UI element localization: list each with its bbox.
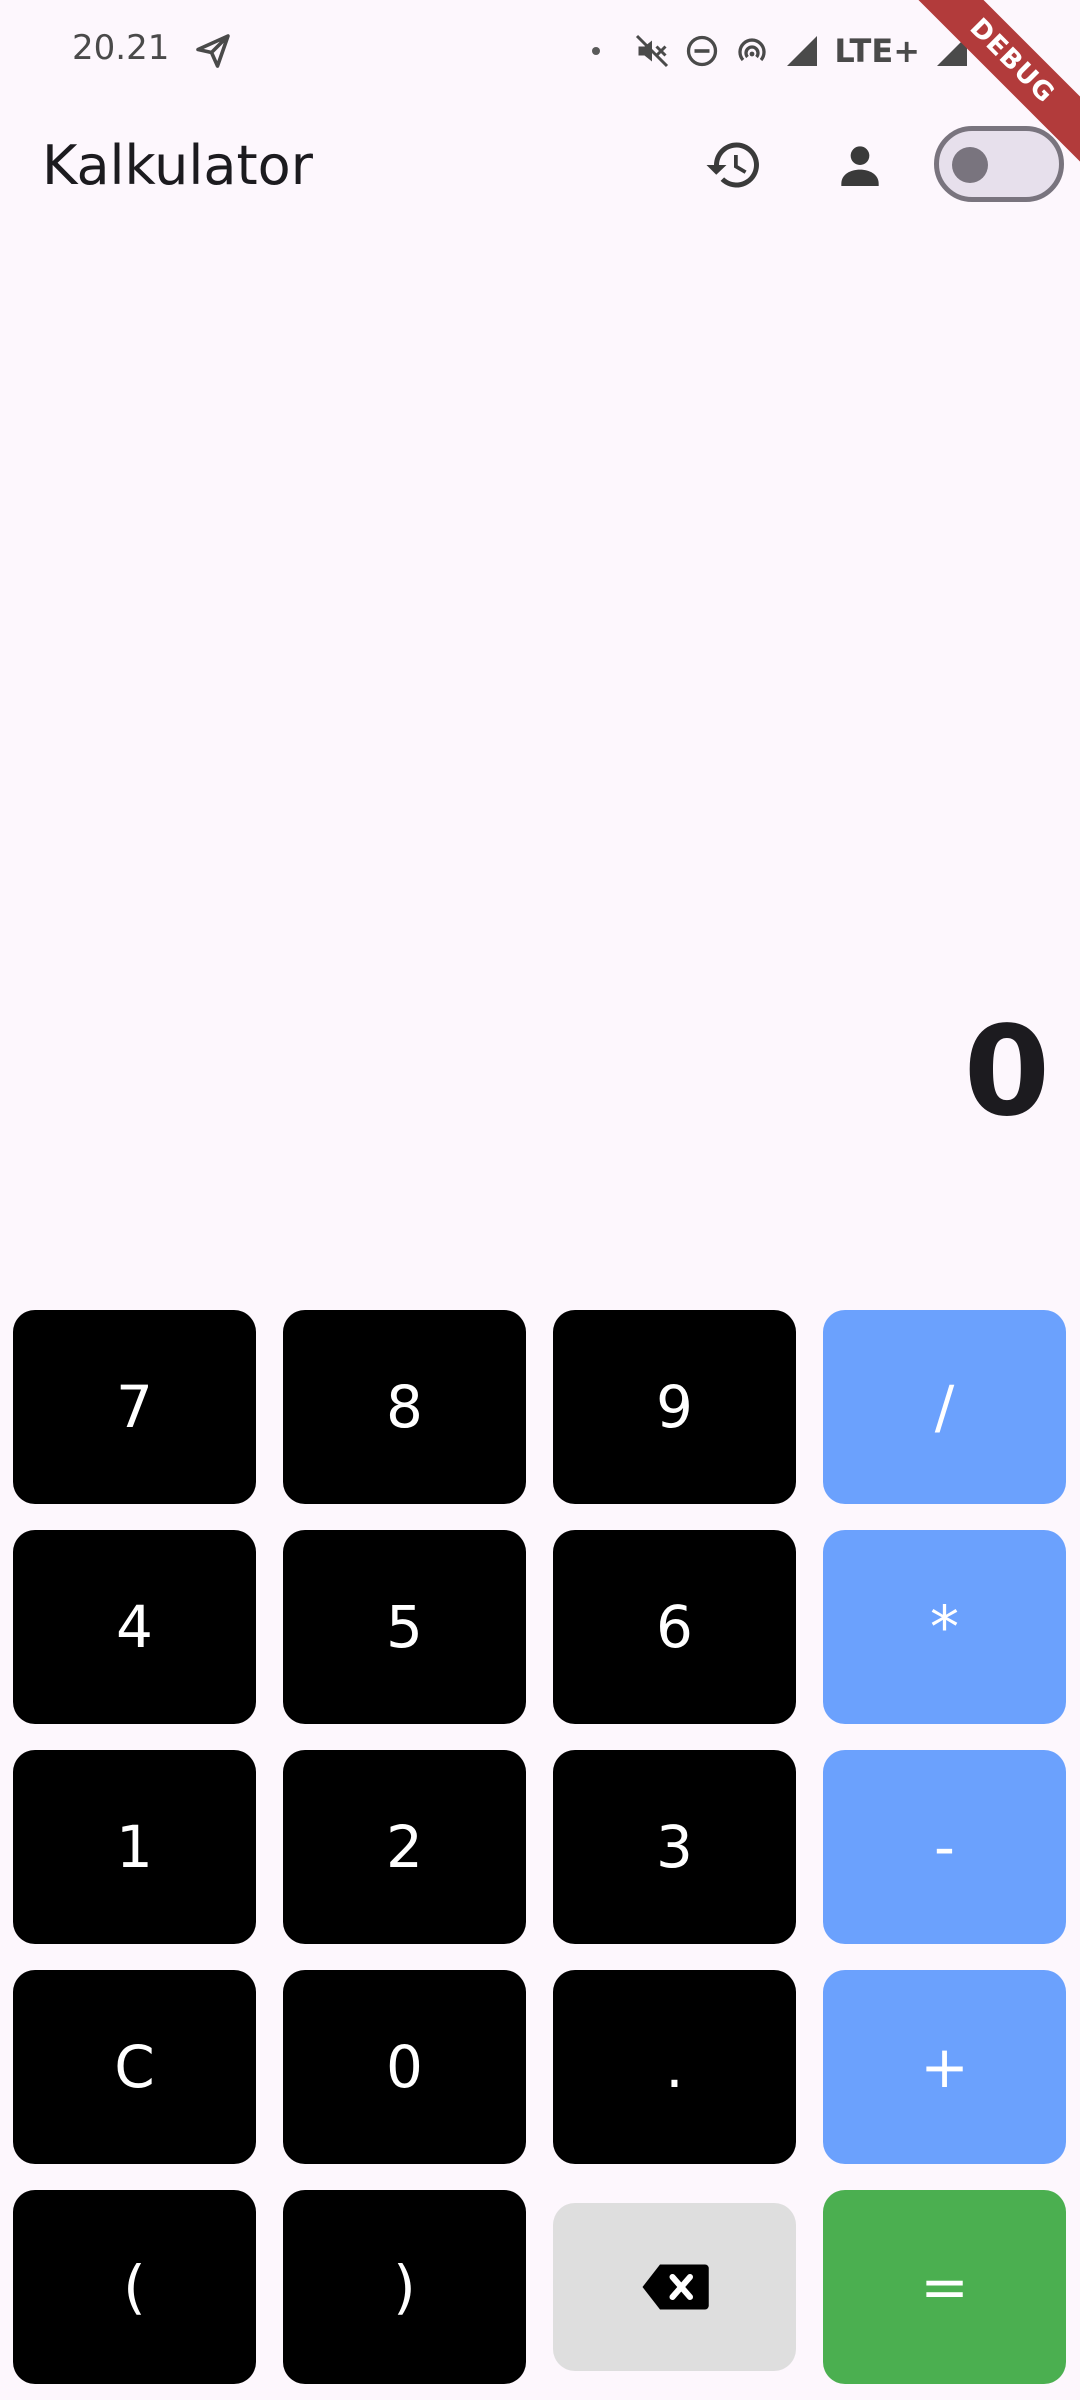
profile-button[interactable] xyxy=(820,125,900,205)
hotspot-icon xyxy=(738,38,767,62)
key-9[interactable]: 9 xyxy=(553,1310,796,1504)
do-not-disturb-icon xyxy=(687,35,718,67)
telegram-send-icon xyxy=(196,34,230,68)
key-close-paren[interactable]: ) xyxy=(283,2190,526,2384)
key-1[interactable]: 1 xyxy=(13,1750,256,1944)
mute-icon xyxy=(636,34,669,68)
toggle-knob xyxy=(952,147,988,183)
backspace-icon xyxy=(642,2264,709,2310)
notification-dot-icon xyxy=(592,47,601,55)
key-2[interactable]: 2 xyxy=(283,1750,526,1944)
result-display: 0 xyxy=(963,1000,1050,1144)
history-icon xyxy=(706,142,759,188)
backspace-button[interactable] xyxy=(553,2203,796,2371)
key-multiply[interactable]: * xyxy=(823,1530,1066,1724)
key-clear[interactable]: C xyxy=(13,1970,256,2164)
key-0[interactable]: 0 xyxy=(283,1970,526,2164)
key-open-paren[interactable]: ( xyxy=(13,2190,256,2384)
history-button[interactable] xyxy=(694,125,774,205)
key-8[interactable]: 8 xyxy=(283,1310,526,1504)
key-4[interactable]: 4 xyxy=(13,1530,256,1724)
key-add[interactable]: + xyxy=(823,1970,1066,2164)
key-subtract[interactable]: - xyxy=(823,1750,1066,1944)
status-bar: 20.21 LTE+ DEBUG xyxy=(0,0,1080,177)
theme-toggle-switch[interactable] xyxy=(934,126,1064,202)
signal-icon xyxy=(787,36,818,66)
key-divide[interactable]: / xyxy=(823,1310,1066,1504)
key-7[interactable]: 7 xyxy=(13,1310,256,1504)
key-5[interactable]: 5 xyxy=(283,1530,526,1724)
key-6[interactable]: 6 xyxy=(553,1530,796,1724)
app-title: Kalkulator xyxy=(42,134,313,197)
key-decimal[interactable]: . xyxy=(553,1970,796,2164)
status-time: 20.21 xyxy=(72,28,170,68)
network-type: LTE+ xyxy=(834,32,920,70)
key-3[interactable]: 3 xyxy=(553,1750,796,1944)
person-icon xyxy=(841,146,879,186)
key-equals[interactable]: = xyxy=(823,2190,1066,2384)
app-bar: Kalkulator xyxy=(0,110,1080,220)
